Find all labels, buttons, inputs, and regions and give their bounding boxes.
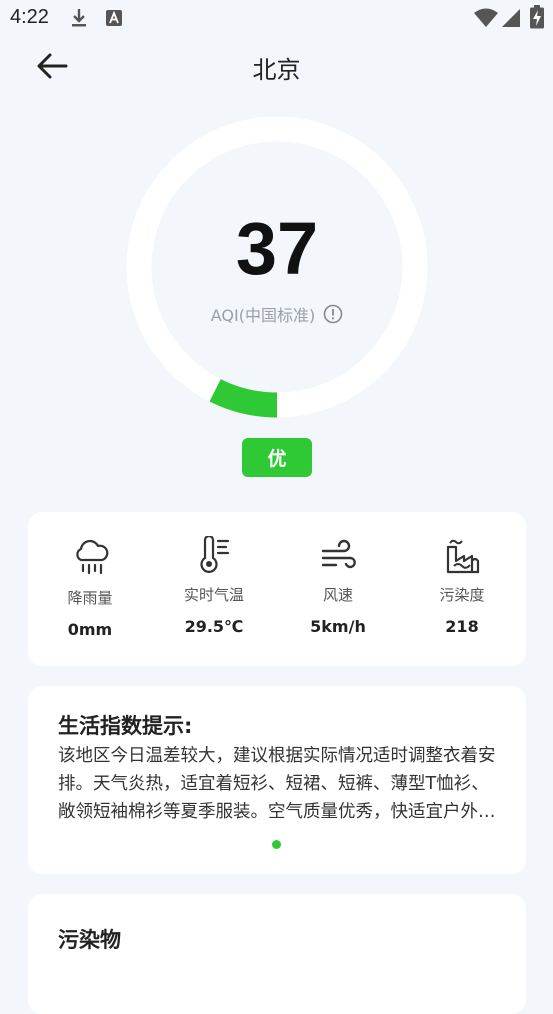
stat-temperature: 实时气温 29.5℃ (152, 512, 276, 666)
download-icon (72, 9, 86, 27)
stat-value: 218 (445, 617, 479, 636)
tips-title: 生活指数提示: (58, 714, 193, 738)
battery-charging-icon (530, 5, 544, 29)
thermometer-icon (200, 536, 230, 573)
status-time: 4:22 (10, 6, 49, 28)
factory-pollution-icon (446, 539, 480, 574)
page-title: 北京 (252, 56, 301, 84)
wind-icon (321, 539, 356, 569)
life-index-card[interactable]: 生活指数提示: 该地区今日温差较大，建议根据实际情况适时调整衣着安排。天气炎热，… (28, 686, 526, 874)
stat-wind-speed: 风速 5km/h (276, 512, 400, 666)
stat-rainfall: 降雨量 0mm (28, 512, 152, 666)
weather-stats-card: 降雨量 0mm 实时气温 29.5℃ 风速 5km/h 污染度 218 (28, 512, 526, 666)
info-icon[interactable] (323, 304, 343, 324)
aqi-level-badge: 优 (242, 438, 312, 477)
aqi-standard-label: AQI(中国标准) (210, 306, 316, 325)
aqi-value: 37 (235, 207, 319, 290)
stat-value: 5km/h (310, 617, 366, 636)
aqi-gauge-progress (209, 379, 278, 418)
stat-label: 污染度 (439, 586, 485, 604)
status-bar: 4:22 (0, 0, 553, 36)
tips-text: 该地区今日温差较大，建议根据实际情况适时调整衣着安排。天气炎热，适宜着短衫、短裙… (58, 746, 496, 822)
stat-value: 0mm (67, 620, 113, 639)
a-badge-icon (106, 10, 122, 26)
pager-dot-active (272, 840, 281, 849)
aqi-label-row: AQI(中国标准) (126, 302, 428, 326)
signal-icon (502, 9, 520, 27)
pollutants-card: 污染物 (28, 894, 526, 1014)
pollutants-title: 污染物 (58, 928, 121, 952)
wifi-icon (474, 8, 498, 27)
stat-pollution: 污染度 218 (400, 512, 524, 666)
stat-value: 29.5℃ (184, 617, 244, 636)
rain-cloud-icon (76, 539, 109, 575)
stat-label: 风速 (322, 586, 353, 604)
stat-label: 实时气温 (183, 586, 244, 604)
stat-label: 降雨量 (67, 589, 113, 607)
